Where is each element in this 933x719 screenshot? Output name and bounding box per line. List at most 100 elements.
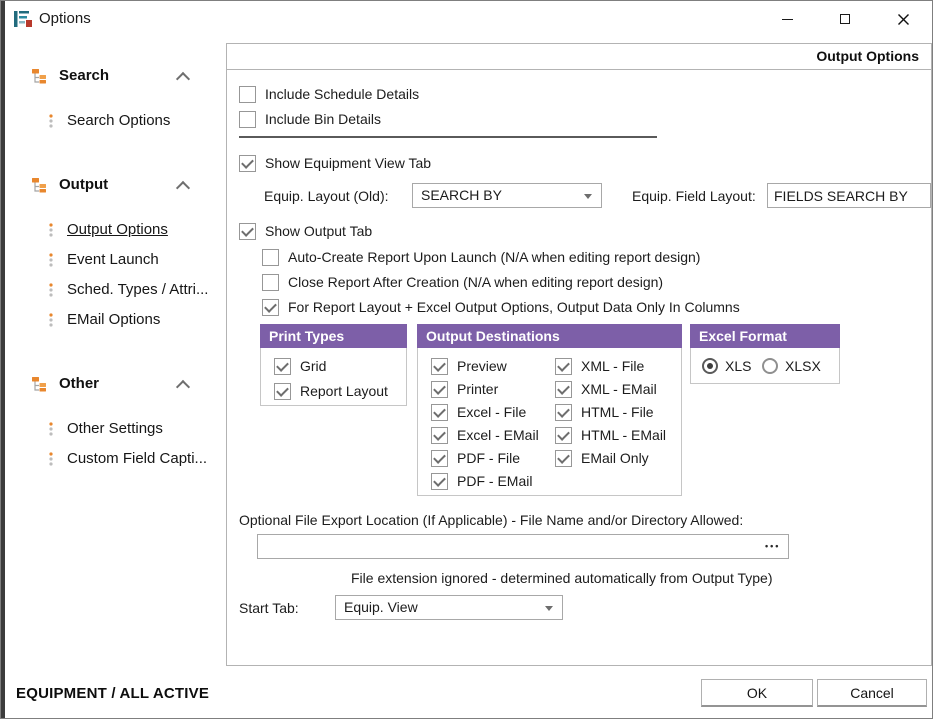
- export-location-input[interactable]: [257, 534, 789, 559]
- auto-create-report-checkbox[interactable]: [262, 249, 279, 266]
- excel-format-group: Excel Format XLS XLSX: [690, 324, 840, 384]
- chevron-up-icon[interactable]: [176, 181, 190, 195]
- sidebar-section-output[interactable]: Output: [31, 174, 218, 196]
- include-bin-row[interactable]: Include Bin Details: [239, 109, 381, 129]
- tree-node-icon: [31, 376, 47, 392]
- xlsx-radio-row[interactable]: XLSX: [762, 356, 821, 376]
- email-only-row[interactable]: EMail Only: [555, 448, 649, 468]
- pdf-file-checkbox[interactable]: [431, 450, 448, 467]
- checkbox-label: Include Bin Details: [265, 111, 381, 127]
- checkbox-label: PDF - EMail: [457, 473, 532, 489]
- grid-row[interactable]: Grid: [274, 356, 326, 376]
- chevron-up-icon[interactable]: [176, 72, 190, 86]
- export-location-label: Optional File Export Location (If Applic…: [239, 512, 743, 528]
- cancel-button[interactable]: Cancel: [817, 679, 927, 707]
- equip-field-layout-input[interactable]: [767, 183, 931, 208]
- sidebar-item-label: Other Settings: [67, 418, 163, 440]
- xml-file-row[interactable]: XML - File: [555, 356, 644, 376]
- sidebar-item-search-options[interactable]: Search Options: [47, 110, 218, 132]
- report-layout-checkbox[interactable]: [274, 383, 291, 400]
- ok-button[interactable]: OK: [701, 679, 813, 707]
- chevron-up-icon[interactable]: [176, 380, 190, 394]
- xml-email-row[interactable]: XML - EMail: [555, 379, 657, 399]
- excel-email-row[interactable]: Excel - EMail: [431, 425, 539, 445]
- excel-email-checkbox[interactable]: [431, 427, 448, 444]
- close-report-checkbox[interactable]: [262, 274, 279, 291]
- dots-icon: [47, 282, 55, 298]
- pdf-file-row[interactable]: PDF - File: [431, 448, 520, 468]
- preview-checkbox[interactable]: [431, 358, 448, 375]
- checkbox-label: For Report Layout + Excel Output Options…: [288, 299, 740, 315]
- excel-file-checkbox[interactable]: [431, 404, 448, 421]
- sidebar-item-other-settings[interactable]: Other Settings: [47, 418, 218, 440]
- browse-button[interactable]: •••: [759, 537, 785, 555]
- auto-create-report-row[interactable]: Auto-Create Report Upon Launch (N/A when…: [262, 247, 700, 267]
- window-title: Options: [39, 1, 91, 37]
- checkbox-label: PDF - File: [457, 450, 520, 466]
- show-equipment-view-row[interactable]: Show Equipment View Tab: [239, 153, 431, 173]
- minimize-button[interactable]: [758, 1, 816, 37]
- sidebar-section-search[interactable]: Search: [31, 65, 218, 87]
- xls-radio-row[interactable]: XLS: [702, 356, 751, 376]
- sidebar-item-output-options[interactable]: Output Options: [47, 219, 218, 241]
- chevron-down-icon: [584, 194, 592, 199]
- email-only-checkbox[interactable]: [555, 450, 572, 467]
- preview-row[interactable]: Preview: [431, 356, 507, 376]
- close-button[interactable]: [874, 1, 932, 37]
- panel-header: Output Options: [227, 44, 931, 70]
- sidebar-item-label: Search Options: [67, 110, 170, 132]
- grid-checkbox[interactable]: [274, 358, 291, 375]
- include-bin-checkbox[interactable]: [239, 111, 256, 128]
- xls-radio[interactable]: [702, 358, 718, 374]
- equip-layout-dropdown[interactable]: SEARCH BY: [412, 183, 602, 208]
- start-tab-dropdown[interactable]: Equip. View: [335, 595, 563, 620]
- show-equipment-view-checkbox[interactable]: [239, 155, 256, 172]
- sidebar: Search Search Options Output: [5, 37, 226, 667]
- checkbox-label: Excel - File: [457, 404, 526, 420]
- dots-icon: [47, 222, 55, 238]
- printer-checkbox[interactable]: [431, 381, 448, 398]
- dots-icon: [47, 312, 55, 328]
- xlsx-radio[interactable]: [762, 358, 778, 374]
- radio-label: XLSX: [785, 358, 821, 374]
- html-file-row[interactable]: HTML - File: [555, 402, 654, 422]
- close-icon: [897, 13, 910, 26]
- pdf-email-checkbox[interactable]: [431, 473, 448, 490]
- sidebar-item-label: Output Options: [67, 219, 168, 241]
- sidebar-item-sched-types[interactable]: Sched. Types / Attri...: [47, 279, 218, 301]
- show-output-tab-checkbox[interactable]: [239, 223, 256, 240]
- xml-email-checkbox[interactable]: [555, 381, 572, 398]
- data-only-columns-row[interactable]: For Report Layout + Excel Output Options…: [262, 297, 740, 317]
- options-dialog: Options Search: [0, 0, 933, 719]
- excel-file-row[interactable]: Excel - File: [431, 402, 526, 422]
- sidebar-section-label: Other: [59, 373, 99, 395]
- maximize-button[interactable]: [816, 1, 874, 37]
- checkbox-label: Excel - EMail: [457, 427, 539, 443]
- xml-file-checkbox[interactable]: [555, 358, 572, 375]
- group-body: Grid Report Layout: [260, 348, 407, 406]
- sidebar-item-email-options[interactable]: EMail Options: [47, 309, 218, 331]
- sidebar-section-other[interactable]: Other: [31, 373, 218, 395]
- dots-icon: [47, 451, 55, 467]
- context-label: EQUIPMENT / ALL ACTIVE: [16, 685, 209, 702]
- data-only-columns-checkbox[interactable]: [262, 299, 279, 316]
- include-schedule-row[interactable]: Include Schedule Details: [239, 84, 419, 104]
- html-file-checkbox[interactable]: [555, 404, 572, 421]
- dropdown-value: SEARCH BY: [421, 184, 502, 207]
- html-email-checkbox[interactable]: [555, 427, 572, 444]
- pdf-email-row[interactable]: PDF - EMail: [431, 471, 532, 491]
- checkbox-label: Show Equipment View Tab: [265, 155, 431, 171]
- sidebar-item-event-launch[interactable]: Event Launch: [47, 249, 218, 271]
- group-title: Output Destinations: [417, 324, 682, 348]
- close-report-row[interactable]: Close Report After Creation (N/A when ed…: [262, 272, 663, 292]
- export-location-field: •••: [257, 534, 789, 559]
- report-layout-row[interactable]: Report Layout: [274, 381, 388, 401]
- printer-row[interactable]: Printer: [431, 379, 498, 399]
- show-output-tab-row[interactable]: Show Output Tab: [239, 221, 372, 241]
- sidebar-item-custom-field-captions[interactable]: Custom Field Capti...: [47, 448, 218, 470]
- include-schedule-checkbox[interactable]: [239, 86, 256, 103]
- sidebar-section-label: Search: [59, 65, 109, 87]
- checkbox-label: Preview: [457, 358, 507, 374]
- html-email-row[interactable]: HTML - EMail: [555, 425, 666, 445]
- export-note: File extension ignored - determined auto…: [351, 570, 773, 586]
